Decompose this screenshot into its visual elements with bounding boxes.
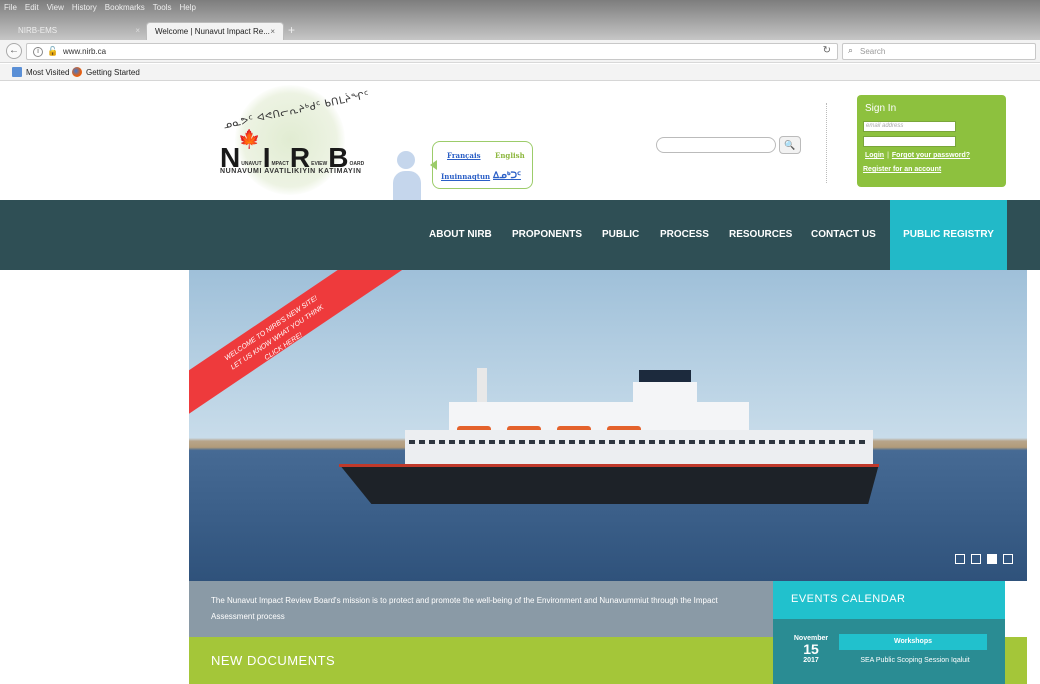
link-separator: |	[887, 152, 889, 159]
search-placeholder: Search	[860, 47, 886, 56]
menu-view[interactable]: View	[47, 2, 64, 14]
menu-history[interactable]: History	[72, 2, 97, 14]
header-divider	[826, 103, 827, 183]
new-documents-section: NEW DOCUMENTS	[189, 637, 773, 684]
register-link[interactable]: Register for an account	[863, 166, 941, 173]
event-year: 2017	[803, 657, 819, 664]
browser-search-input[interactable]: ⌕ Search	[842, 43, 1036, 60]
tab-label: Welcome | Nunavut Impact Re...	[155, 27, 270, 36]
logo-word-oard: OARD	[349, 161, 365, 167]
logo-word-eview: EVIEW	[311, 161, 328, 167]
language-french-link[interactable]: Français	[447, 151, 481, 160]
slider-dot-2[interactable]	[971, 554, 981, 564]
event-category-tag[interactable]: Workshops	[839, 634, 987, 650]
tab-strip: NIRB-EMS × Welcome | Nunavut Impact Re..…	[0, 19, 1040, 40]
sign-in-links: Login | Forgot your password?	[865, 152, 970, 159]
login-link[interactable]: Login	[865, 152, 884, 159]
logo-letter-i: I	[262, 142, 271, 173]
browser-titlebar: File Edit View History Bookmarks Tools H…	[0, 0, 1040, 40]
browser-menubar: File Edit View History Bookmarks Tools H…	[4, 2, 196, 14]
menu-bookmarks[interactable]: Bookmarks	[105, 2, 145, 14]
main-navigation: ABOUT NIRB PROPONENTS PUBLIC PROCESS RES…	[0, 200, 1040, 270]
nav-about-nirb[interactable]: ABOUT NIRB	[429, 200, 492, 270]
language-inuinnaqtun-link[interactable]: Inuinnaqtun	[441, 172, 490, 181]
new-documents-title: NEW DOCUMENTS	[211, 653, 336, 668]
event-title-link[interactable]: SEA Public Scoping Session Iqaluit	[839, 654, 991, 668]
new-documents-strip	[1005, 637, 1027, 684]
event-day: 15	[803, 641, 819, 657]
hero-slider: WELCOME TO NIRB'S NEW SITE! LET US KNOW …	[189, 270, 1027, 581]
web-page: ᓄᓇᕗᑦ ᐊᕙᑎᓕᕆᔨᒃᑯᑦ ᑲᑎᒪᔩᖏᑦ 🍁 N UNAVUT I MPACT…	[0, 81, 1040, 684]
logo-word-mpact: MPACT	[271, 161, 289, 167]
nav-proponents[interactable]: PROPONENTS	[512, 200, 582, 270]
firefox-icon	[72, 67, 82, 77]
bookmark-most-visited[interactable]: Most Visited	[12, 67, 69, 77]
person-icon	[393, 151, 421, 201]
menu-edit[interactable]: Edit	[25, 2, 39, 14]
slider-dot-1[interactable]	[955, 554, 965, 564]
close-icon[interactable]: ×	[135, 22, 140, 40]
slider-pagination	[955, 554, 1013, 564]
nav-public-registry[interactable]: PUBLIC REGISTRY	[890, 200, 1007, 270]
event-date: November 15 2017	[789, 635, 833, 664]
cruise-ship-image	[339, 368, 879, 514]
browser-navbar: ← i 🔓 www.nirb.ca ↻ ⌕ Search	[0, 40, 1040, 63]
site-search-input[interactable]	[656, 137, 776, 153]
slider-dot-4[interactable]	[1003, 554, 1013, 564]
menu-help[interactable]: Help	[179, 2, 195, 14]
bookmarks-toolbar: Most Visited Getting Started	[0, 64, 1040, 81]
slider-dot-3[interactable]	[987, 554, 997, 564]
address-bar[interactable]: i 🔓 www.nirb.ca ↻	[26, 43, 838, 60]
menu-tools[interactable]: Tools	[153, 2, 172, 14]
menu-file[interactable]: File	[4, 2, 17, 14]
search-button[interactable]: 🔍	[779, 136, 801, 154]
bookmark-getting-started[interactable]: Getting Started	[72, 67, 140, 77]
mission-banner: The Nunavut Impact Review Board's missio…	[189, 581, 773, 637]
search-icon: ⌕	[848, 45, 854, 55]
tab-welcome-nirb[interactable]: Welcome | Nunavut Impact Re... ×	[146, 22, 284, 40]
nav-process[interactable]: PROCESS	[660, 200, 709, 270]
bookmark-folder-icon	[12, 67, 22, 77]
new-tab-button[interactable]: +	[288, 22, 295, 38]
events-calendar: EVENTS CALENDAR November 15 2017 Worksho…	[773, 581, 1005, 684]
nirb-logo[interactable]: N UNAVUT I MPACT R EVIEW B OARD	[220, 142, 365, 173]
email-field[interactable]: email address	[863, 121, 956, 132]
logo-subtitle: NUNAVUMI AVATILIKIYIN KATIMAYIN	[220, 168, 362, 175]
sign-in-panel: Sign In email address Login | Forgot your …	[857, 95, 1006, 187]
bookmark-label: Getting Started	[86, 67, 140, 77]
bookmark-label: Most Visited	[26, 67, 70, 77]
language-inuktitut-link[interactable]: ᐃᓄᒃᑐᑦ	[493, 171, 521, 181]
url-text: www.nirb.ca	[63, 47, 107, 56]
sign-in-title: Sign In	[865, 103, 897, 114]
tab-nirb-ems[interactable]: NIRB-EMS ×	[10, 22, 148, 40]
insecure-lock-icon[interactable]: 🔓	[47, 46, 58, 57]
logo-word-unavut: UNAVUT	[241, 161, 262, 167]
events-calendar-title: EVENTS CALENDAR	[791, 593, 906, 605]
password-field[interactable]	[863, 136, 956, 147]
site-header: ᓄᓇᕗᑦ ᐊᕙᑎᓕᕆᔨᒃᑯᑦ ᑲᑎᒪᔩᖏᑦ 🍁 N UNAVUT I MPACT…	[0, 81, 1040, 201]
events-calendar-header: EVENTS CALENDAR	[773, 581, 1005, 619]
mission-text: The Nunavut Impact Review Board's missio…	[211, 596, 718, 621]
close-icon[interactable]: ×	[270, 23, 275, 41]
info-icon[interactable]: i	[33, 47, 43, 57]
logo-letter-n: N	[220, 142, 241, 173]
nav-public[interactable]: PUBLIC	[602, 200, 639, 270]
logo-letter-r: R	[289, 142, 311, 173]
back-arrow-icon[interactable]: ←	[6, 43, 22, 59]
language-english-current: English	[495, 151, 525, 160]
forgot-password-link[interactable]: Forgot your password?	[892, 152, 970, 159]
nav-resources[interactable]: RESOURCES	[729, 200, 792, 270]
reload-icon[interactable]: ↻	[823, 45, 831, 56]
language-selector: Français English Inuinnaqtun ᐃᓄᒃᑐᑦ	[430, 141, 533, 189]
nav-contact-us[interactable]: CONTACT US	[811, 200, 876, 270]
tab-label: NIRB-EMS	[18, 26, 58, 35]
logo-letter-b: B	[328, 142, 349, 173]
